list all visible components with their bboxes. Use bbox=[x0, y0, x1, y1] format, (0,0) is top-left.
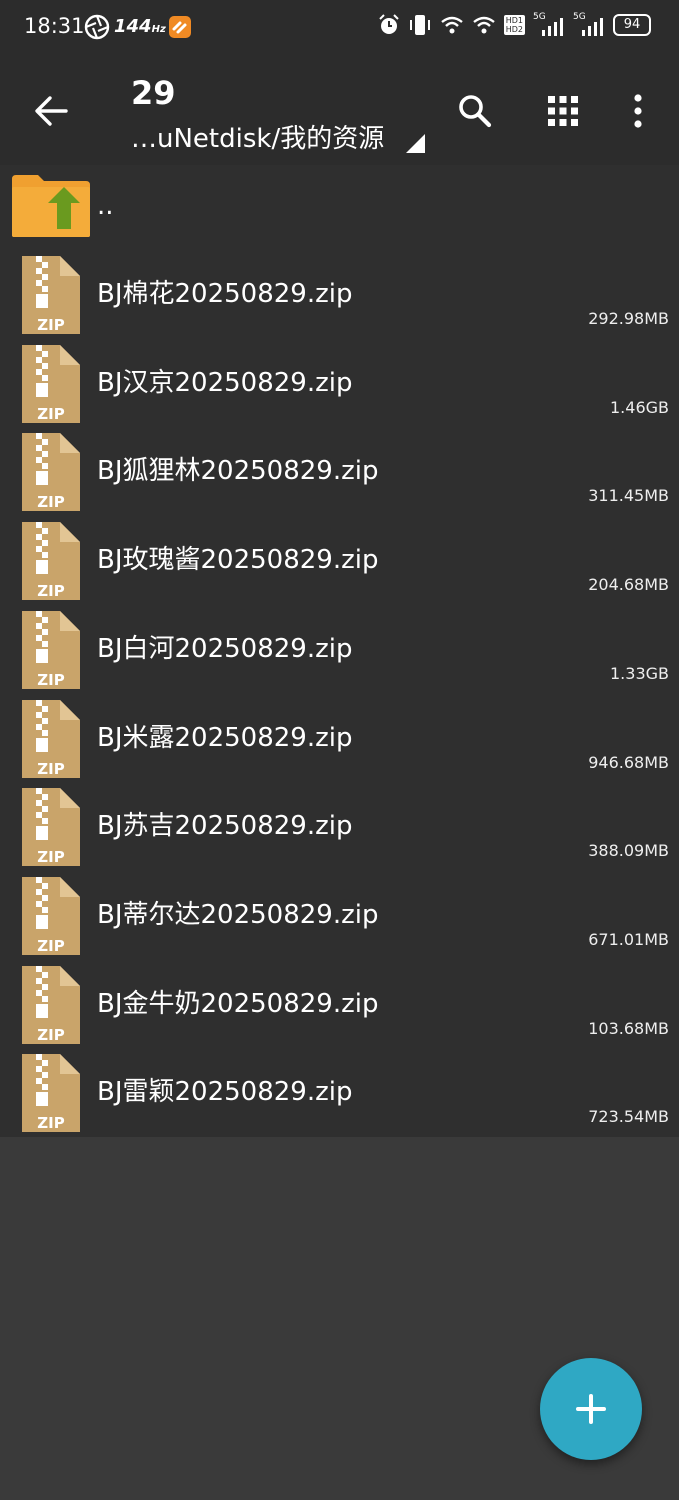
refresh-rate: 144Hz bbox=[114, 16, 166, 37]
file-row[interactable]: ZIP BJ棉花20250829.zip 292.98MB bbox=[0, 245, 679, 334]
path-dropdown-icon[interactable] bbox=[406, 134, 425, 153]
file-name: BJ汉京20250829.zip bbox=[97, 367, 353, 398]
zip-icon-label: ZIP bbox=[37, 760, 64, 778]
file-size: 292.98MB bbox=[588, 309, 669, 328]
file-size: 723.54MB bbox=[588, 1107, 669, 1127]
zip-file-icon: ZIP bbox=[22, 788, 80, 867]
file-name: BJ苏吉20250829.zip bbox=[97, 811, 353, 842]
status-icons: HD1 HD2 5G 5G 94 bbox=[378, 12, 651, 36]
file-row[interactable]: ZIP BJ汉京20250829.zip 1.46GB bbox=[0, 334, 679, 423]
zip-icon-label: ZIP bbox=[37, 405, 64, 423]
status-time: 18:31 bbox=[24, 14, 85, 38]
file-name: BJ狐狸林20250829.zip bbox=[97, 456, 379, 487]
file-row[interactable]: ZIP BJ米露20250829.zip 946.68MB bbox=[0, 689, 679, 778]
file-name: BJ玫瑰酱20250829.zip bbox=[97, 545, 379, 576]
file-row[interactable]: ZIP BJ狐狸林20250829.zip 311.45MB bbox=[0, 422, 679, 512]
alarm-icon bbox=[379, 14, 399, 34]
zip-file-icon: ZIP bbox=[22, 522, 80, 601]
zip-icon-label: ZIP bbox=[37, 848, 64, 866]
more-options-icon[interactable] bbox=[615, 88, 661, 134]
status-bar: 18:31 144Hz HD1 HD2 5G 5G 94 bbox=[0, 0, 679, 56]
signal-bars-icon bbox=[582, 18, 603, 36]
zip-icon-label: ZIP bbox=[37, 937, 64, 955]
page-title: 29 bbox=[131, 74, 176, 112]
aperture-icon bbox=[84, 14, 110, 40]
zip-file-icon: ZIP bbox=[22, 610, 80, 689]
file-row[interactable]: ZIP BJ白河20250829.zip 1.33GB bbox=[0, 600, 679, 689]
file-row[interactable]: ZIP BJ苏吉20250829.zip 388.09MB bbox=[0, 777, 679, 867]
vibrate-icon bbox=[409, 15, 430, 35]
zip-file-icon: ZIP bbox=[22, 433, 80, 512]
zip-icon-label: ZIP bbox=[37, 1026, 64, 1044]
zip-icon-label: ZIP bbox=[37, 1114, 64, 1132]
app-notification-icon bbox=[169, 16, 191, 38]
file-row[interactable]: ZIP BJ玫瑰酱20250829.zip 204.68MB bbox=[0, 511, 679, 601]
add-button[interactable] bbox=[540, 1358, 642, 1460]
zip-icon-label: ZIP bbox=[37, 493, 64, 511]
file-row[interactable]: ZIP BJ金牛奶20250829.zip 103.68MB bbox=[0, 955, 679, 1044]
app-bar: 18:31 144Hz HD1 HD2 5G 5G 94 29 …uNetdis… bbox=[0, 0, 679, 165]
file-size: 671.01MB bbox=[588, 929, 669, 949]
zip-file-icon: ZIP bbox=[22, 344, 80, 423]
zip-file-icon: ZIP bbox=[22, 1054, 80, 1133]
zip-file-icon: ZIP bbox=[22, 256, 80, 334]
signal-5g-1: 5G bbox=[533, 12, 565, 36]
file-row[interactable]: ZIP BJ雷颖20250829.zip 723.54MB bbox=[0, 1043, 679, 1133]
file-name: BJ雷颖20250829.zip bbox=[97, 1077, 353, 1108]
file-name: BJ白河20250829.zip bbox=[97, 633, 353, 664]
path-breadcrumb[interactable]: …uNetdisk/我的资源 bbox=[131, 118, 384, 155]
file-name: BJ米露20250829.zip bbox=[97, 722, 353, 753]
parent-folder-label: .. bbox=[97, 191, 114, 221]
zip-file-icon: ZIP bbox=[22, 699, 80, 778]
file-name: BJ金牛奶20250829.zip bbox=[97, 988, 379, 1019]
file-size: 388.09MB bbox=[588, 841, 669, 861]
file-name: BJ棉花20250829.zip bbox=[97, 279, 353, 309]
file-list: .. ZIP BJ棉花20250829.zip 292.98MB ZIP BJ汉京202… bbox=[0, 165, 679, 1137]
file-size: 103.68MB bbox=[588, 1018, 669, 1038]
file-size: 1.33GB bbox=[610, 663, 669, 683]
zip-file-icon: ZIP bbox=[22, 876, 80, 955]
wifi-icon-2 bbox=[472, 16, 495, 34]
file-size: 946.68MB bbox=[588, 752, 669, 772]
search-icon[interactable] bbox=[452, 88, 498, 134]
parent-folder-row[interactable]: .. bbox=[0, 165, 679, 245]
zip-file-icon: ZIP bbox=[22, 965, 80, 1044]
file-size: 204.68MB bbox=[588, 575, 669, 595]
file-size: 1.46GB bbox=[610, 397, 669, 417]
folder-up-icon bbox=[12, 175, 90, 237]
plus-icon bbox=[576, 1394, 606, 1424]
signal-5g-2: 5G bbox=[573, 12, 605, 36]
zip-icon-label: ZIP bbox=[37, 671, 64, 689]
wifi-icon-1 bbox=[440, 16, 463, 34]
file-size: 311.45MB bbox=[588, 486, 669, 506]
zip-icon-label: ZIP bbox=[37, 316, 64, 334]
zip-icon-label: ZIP bbox=[37, 582, 64, 600]
signal-bars-icon bbox=[542, 18, 563, 36]
back-arrow-icon[interactable] bbox=[28, 88, 74, 134]
file-row[interactable]: ZIP BJ蒂尔达20250829.zip 671.01MB bbox=[0, 866, 679, 955]
grid-view-icon[interactable] bbox=[540, 88, 586, 134]
file-name: BJ蒂尔达20250829.zip bbox=[97, 899, 379, 930]
battery-level: 94 bbox=[613, 14, 651, 36]
hd-badge: HD1 HD2 bbox=[503, 15, 525, 35]
